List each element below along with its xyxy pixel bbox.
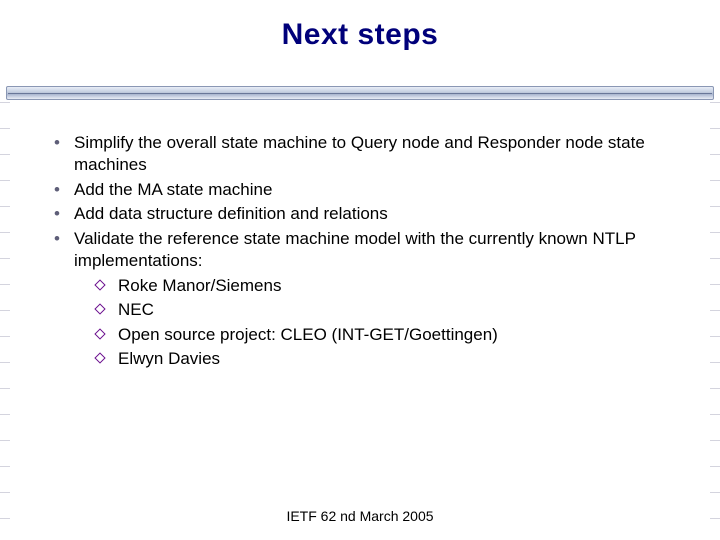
bullet-item: Simplify the overall state machine to Qu… xyxy=(50,132,690,177)
diamond-icon xyxy=(94,279,105,290)
bullet-text: Simplify the overall state machine to Qu… xyxy=(74,133,645,174)
right-ticks xyxy=(692,102,720,540)
bullet-text: Validate the reference state machine mod… xyxy=(74,229,636,270)
bullet-item: Add the MA state machine xyxy=(50,179,690,201)
sub-bullet-text: Elwyn Davies xyxy=(118,349,220,368)
bullet-text: Add the MA state machine xyxy=(74,180,272,199)
sub-bullet-text: Roke Manor/Siemens xyxy=(118,276,281,295)
bullet-list: Simplify the overall state machine to Qu… xyxy=(50,132,690,370)
sub-bullet-text: NEC xyxy=(118,300,154,319)
divider-bar xyxy=(6,86,714,102)
slide: Next steps Simplify the overall state ma… xyxy=(0,0,720,540)
left-ticks xyxy=(0,102,28,540)
sub-bullet-text: Open source project: CLEO (INT-GET/Goett… xyxy=(118,325,498,344)
slide-title: Next steps xyxy=(0,18,720,52)
bullet-item: Validate the reference state machine mod… xyxy=(50,228,690,371)
sub-bullet-item: Roke Manor/Siemens xyxy=(74,275,690,297)
bullet-text: Add data structure definition and relati… xyxy=(74,204,388,223)
sub-list: Roke Manor/Siemens NEC Open source project… xyxy=(74,275,690,371)
content-area: Simplify the overall state machine to Qu… xyxy=(50,132,690,372)
sub-bullet-item: Elwyn Davies xyxy=(74,348,690,370)
bullet-item: Add data structure definition and relati… xyxy=(50,203,690,225)
diamond-icon xyxy=(94,328,105,339)
sub-bullet-item: Open source project: CLEO (INT-GET/Goett… xyxy=(74,324,690,346)
diamond-icon xyxy=(94,352,105,363)
footer-text: IETF 62 nd March 2005 xyxy=(0,508,720,524)
diamond-icon xyxy=(94,303,105,314)
title-area: Next steps xyxy=(0,0,720,62)
sub-bullet-item: NEC xyxy=(74,299,690,321)
